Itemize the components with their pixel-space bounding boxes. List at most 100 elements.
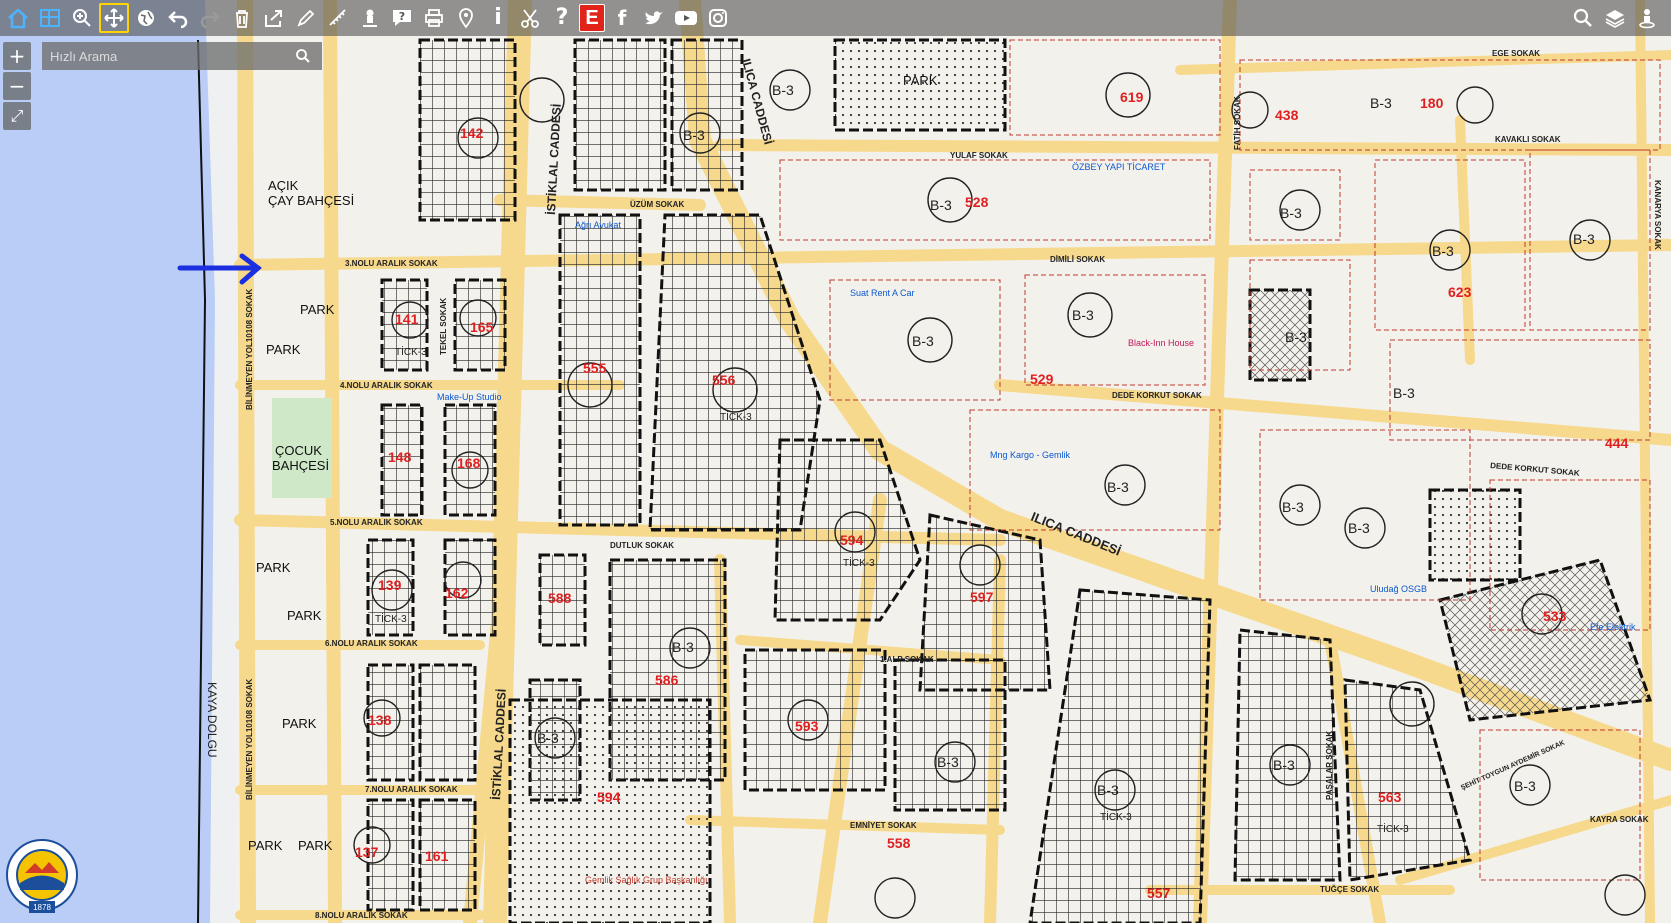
lot-number: 586 [655, 672, 679, 688]
lot-number: 533 [1543, 608, 1567, 624]
zone-label: B-3 [912, 333, 934, 349]
lot-number: 556 [712, 372, 736, 388]
search-submit-icon[interactable] [288, 48, 318, 64]
street-dede-korkut-label-2: DEDE KORKUT SOKAK [1490, 461, 1580, 478]
park-label: PARK [256, 560, 291, 575]
street-dutluk-label: DUTLUK SOKAK [610, 541, 674, 550]
top-toolbar: ? i ? E f [0, 0, 1671, 36]
street-dimili-label: DİMİLİ SOKAK [1050, 255, 1105, 264]
poi-label: ÖZBEY YAPI TİCARET [1072, 162, 1166, 172]
undo-icon[interactable] [163, 3, 193, 33]
zone-label: B-3 [937, 754, 959, 770]
park-label: PARK [282, 716, 317, 731]
lot-number: 594 [840, 532, 864, 548]
youtube-icon[interactable] [671, 3, 701, 33]
help-icon[interactable]: ? [547, 3, 577, 33]
lot-number: 161 [425, 848, 449, 864]
tick-label: TİCK-3 [720, 410, 752, 423]
zone-label: B-3 [683, 127, 705, 143]
cay-bahcesi-label: ÇAY BAHÇESİ [268, 193, 354, 208]
street-aralik6-label: 6.NOLU ARALIK SOKAK [325, 639, 418, 648]
bahcesi-label: BAHÇESİ [272, 458, 329, 473]
lot-number: 563 [1378, 789, 1402, 805]
quick-search-box [42, 42, 322, 70]
lot-number: 444 [1605, 435, 1629, 451]
municipality-logo: 1878 [5, 838, 79, 916]
instagram-icon[interactable] [703, 3, 733, 33]
lot-number: 168 [457, 455, 481, 471]
lot-number: 165 [470, 319, 494, 335]
zone-label: B-3 [930, 197, 952, 213]
street-aralik3-label: 3.NOLU ARALIK SOKAK [345, 259, 438, 268]
poi-label: Gemlik Sağlık Grup Başkanlığı [585, 875, 708, 885]
zoom-out-button[interactable]: − [3, 72, 31, 100]
lot-number: 141 [395, 311, 419, 327]
info-bubble-icon[interactable]: ? [387, 3, 417, 33]
layers-icon[interactable] [1600, 3, 1630, 33]
redo-icon[interactable] [195, 3, 225, 33]
zone-label: B-3 [1514, 778, 1536, 794]
park-label: PARK [903, 73, 938, 88]
search-icon[interactable] [1568, 3, 1598, 33]
extent-icon[interactable] [35, 3, 65, 33]
zone-label: B-3 [1573, 231, 1595, 247]
poi-label: Black-Inn House [1128, 338, 1194, 348]
park-label: PARK [266, 342, 301, 357]
lot-number: 529 [1030, 371, 1054, 387]
measure-icon[interactable] [323, 3, 353, 33]
facebook-icon[interactable]: f [607, 3, 637, 33]
lot-number: 557 [1147, 885, 1171, 901]
tick-label: TİCK-3 [375, 612, 407, 625]
location-icon[interactable] [451, 3, 481, 33]
scissors-icon[interactable] [515, 3, 545, 33]
street-yulaf-label: YULAF SOKAK [950, 151, 1008, 160]
globe-icon[interactable] [131, 3, 161, 33]
lot-number: 555 [583, 360, 607, 376]
home-icon[interactable] [3, 3, 33, 33]
lot-number: 597 [970, 589, 994, 605]
park-label: PARK [300, 302, 335, 317]
street-fatih-label: FATİH SOKAK [1233, 96, 1242, 150]
e-belediye-icon[interactable]: E [579, 4, 605, 32]
street-aralik4-label: 4.NOLU ARALIK SOKAK [340, 381, 433, 390]
street-pasalar-label: PAŞALAR SOKAK [1325, 731, 1334, 800]
trash-icon[interactable] [227, 3, 257, 33]
street-aralik7-label: 7.NOLU ARALIK SOKAK [365, 785, 458, 794]
zone-label: B-3 [1432, 243, 1454, 259]
e-belediye-label: E [585, 6, 599, 29]
map-canvas[interactable]: İSTİKLAL CADDESİ İSTİKLAL CADDESİ ILICA … [0, 0, 1671, 923]
zone-label: B-3 [1097, 782, 1119, 798]
zoom-in-button[interactable]: + [3, 42, 31, 70]
print-icon[interactable] [419, 3, 449, 33]
zone-label: B-3 [1285, 329, 1307, 345]
lot-number: 162 [445, 585, 469, 601]
fullscreen-button[interactable]: ⤢ [3, 102, 31, 130]
street-tugce-label: TUĞÇE SOKAK [1320, 885, 1379, 894]
zone-label: B-3 [1107, 479, 1129, 495]
street-aralik5-label: 5.NOLU ARALIK SOKAK [330, 518, 423, 527]
pan-icon[interactable] [99, 3, 129, 33]
acik-label: AÇIK [268, 178, 299, 193]
zone-label: B-3 [772, 82, 794, 98]
share-icon[interactable] [259, 3, 289, 33]
street-emniyet-label: EMNİYET SOKAK [850, 821, 917, 830]
zoom-in-icon[interactable] [67, 3, 97, 33]
poi-label: Ağrı Avukat [575, 220, 621, 230]
quick-search-input[interactable] [42, 47, 288, 65]
street-view-icon[interactable] [1632, 3, 1662, 33]
zone-label: B-3 [1072, 307, 1094, 323]
lot-number: 528 [965, 194, 989, 210]
park-label: PARK [248, 838, 283, 853]
tick-label: TİCK-3 [395, 345, 427, 358]
poi-label: Suat Rent A Car [850, 288, 915, 298]
info-icon[interactable]: i [483, 3, 513, 33]
lot-number: 623 [1448, 284, 1472, 300]
lot-number: 558 [887, 835, 911, 851]
pin-icon[interactable] [355, 3, 385, 33]
street-kanarya-label: KANARYA SOKAK [1653, 180, 1662, 250]
twitter-icon[interactable] [639, 3, 669, 33]
zone-label: B-3 [1280, 205, 1302, 221]
draw-icon[interactable] [291, 3, 321, 33]
poi-label: Uludağ OSGB [1370, 584, 1427, 594]
tick-label: TİCK-3 [1100, 810, 1132, 823]
